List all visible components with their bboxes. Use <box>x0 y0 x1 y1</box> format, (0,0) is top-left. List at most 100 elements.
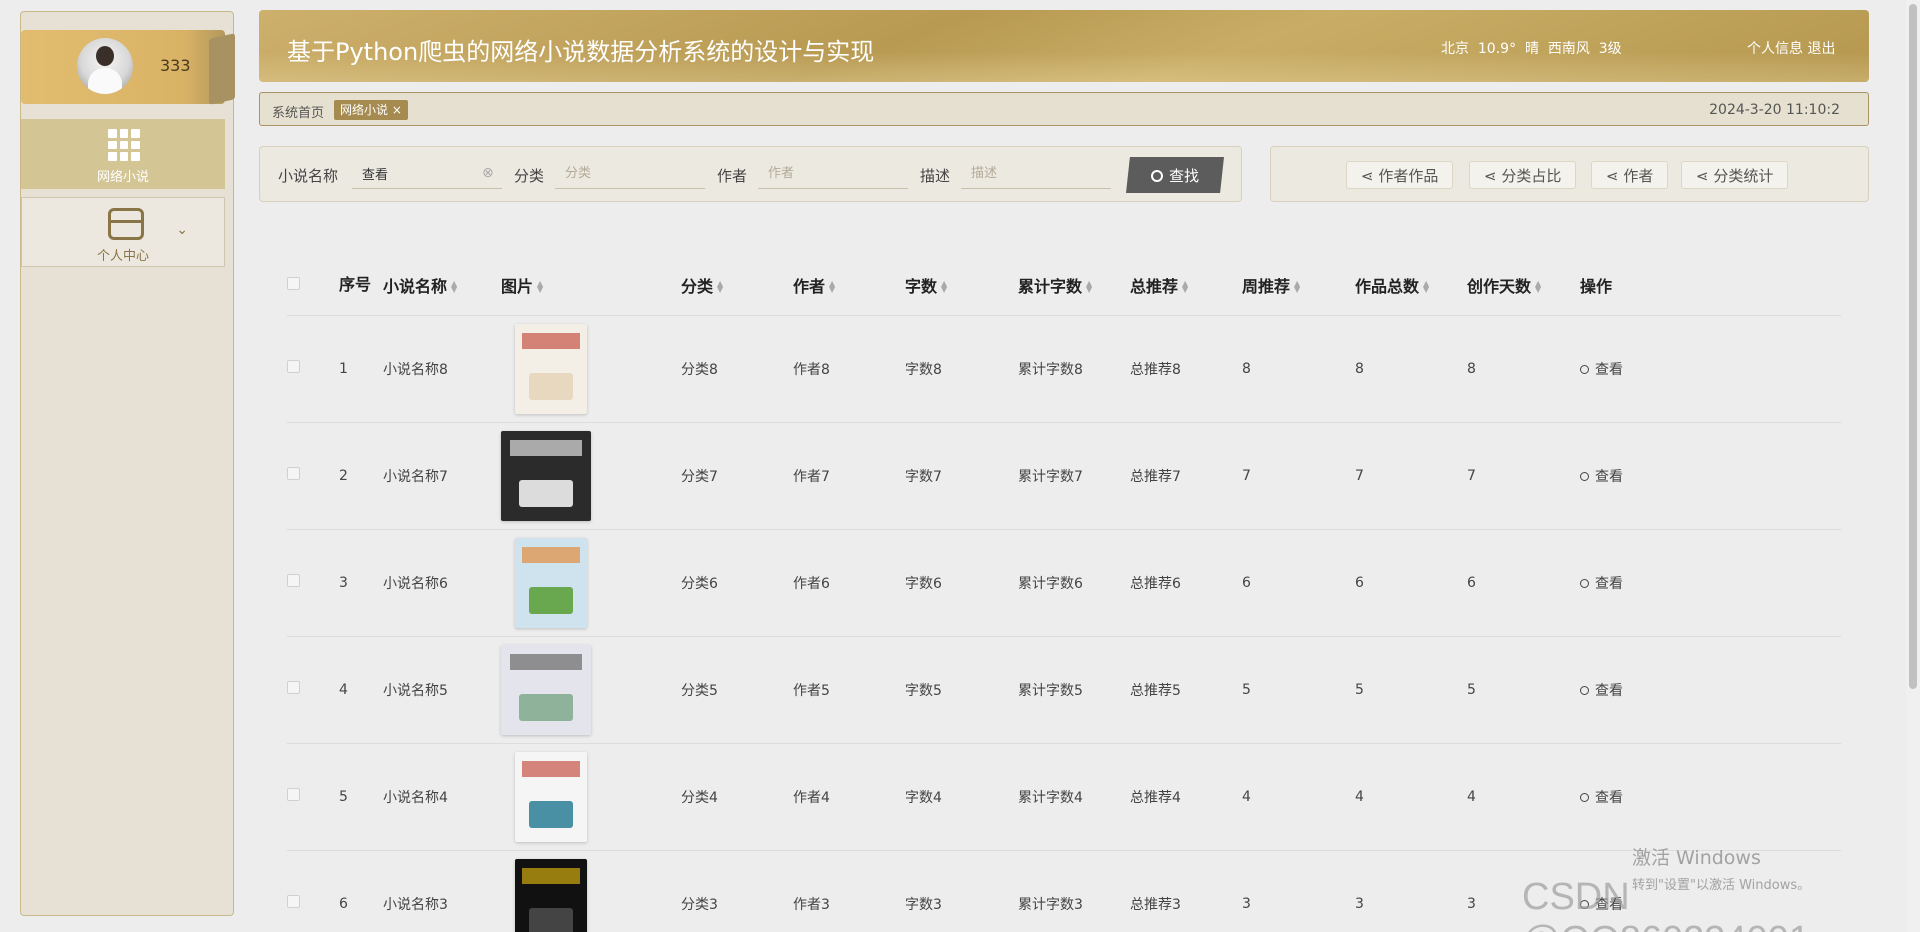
user-card-fold <box>209 33 235 105</box>
col-author[interactable]: 作者 ▲ ▼ <box>793 255 905 316</box>
header-links: 个人信息 退出 <box>1747 38 1835 58</box>
sort-icon[interactable]: ▲ ▼ <box>1535 280 1541 294</box>
stat-button-category-ratio[interactable]: ⋖ 分类占比 <box>1469 161 1577 189</box>
view-button[interactable]: 查看 <box>1580 362 1623 378</box>
col-words[interactable]: 字数 ▲ ▼ <box>905 255 1018 316</box>
header-checkbox[interactable] <box>287 255 339 316</box>
col-category[interactable]: 分类 ▲ ▼ <box>681 255 793 316</box>
cell-words: 字数4 <box>905 743 1018 851</box>
novel-table: 序号 小说名称 ▲ ▼ 图片 ▲ ▼ 分类 ▲ ▼ 作者 ▲ ▼ 字数 ▲ ▼ 累计字数 ▲ ▼ 总推荐… <box>287 255 1841 932</box>
view-button[interactable]: 查看 <box>1580 576 1623 592</box>
cell-category: 分类5 <box>681 636 793 744</box>
stat-button-label: 作者 <box>1623 166 1654 185</box>
nav-item-novels[interactable]: 网络小说 <box>21 119 225 189</box>
cell-days: 6 <box>1467 529 1580 637</box>
sort-icon[interactable]: ▲ ▼ <box>1423 280 1429 294</box>
col-total-rec[interactable]: 总推荐 ▲ ▼ <box>1130 255 1242 316</box>
cell-week-rec: 7 <box>1242 422 1355 530</box>
cell-total-rec: 总推荐3 <box>1130 850 1242 932</box>
search-input-name[interactable] <box>352 159 502 189</box>
view-button[interactable]: 查看 <box>1580 683 1623 699</box>
sort-icon[interactable]: ▲ ▼ <box>451 280 457 294</box>
username: 333 <box>160 56 191 75</box>
cell-total-rec: 总推荐5 <box>1130 636 1242 744</box>
view-button[interactable]: 查看 <box>1580 469 1623 485</box>
cover-image[interactable] <box>501 850 681 932</box>
row-no: 6 <box>339 850 383 932</box>
cell-total-words: 累计字数4 <box>1018 743 1130 851</box>
stat-button-author-works[interactable]: ⋖ 作者作品 <box>1346 161 1454 189</box>
search-input-desc[interactable] <box>961 159 1111 189</box>
cover-image[interactable] <box>501 529 681 637</box>
stat-button-label: 分类占比 <box>1501 166 1562 185</box>
sort-icon[interactable]: ▲ ▼ <box>1294 280 1300 294</box>
cell-days: 4 <box>1467 743 1580 851</box>
cell-week-rec: 3 <box>1242 850 1355 932</box>
row-no: 4 <box>339 636 383 744</box>
cell-week-rec: 6 <box>1242 529 1355 637</box>
cell-author: 作者5 <box>793 636 905 744</box>
cell-category: 分类3 <box>681 850 793 932</box>
stat-button-author[interactable]: ⋖ 作者 <box>1591 161 1669 189</box>
cell-days: 5 <box>1467 636 1580 744</box>
search-button[interactable]: 查找 <box>1126 157 1224 193</box>
cell-works: 6 <box>1355 529 1467 637</box>
search-icon <box>1580 685 1589 695</box>
cell-category: 分类6 <box>681 529 793 637</box>
col-total-words[interactable]: 累计字数 ▲ ▼ <box>1018 255 1130 316</box>
cell-name: 小说名称6 <box>383 529 501 637</box>
page-scrollbar[interactable] <box>1906 0 1920 932</box>
sort-icon[interactable]: ▲ ▼ <box>941 280 947 294</box>
stat-button-category-stats[interactable]: ⋖ 分类统计 <box>1681 161 1789 189</box>
sort-icon[interactable]: ▲ ▼ <box>717 280 723 294</box>
stat-button-label: 作者作品 <box>1378 166 1439 185</box>
table-row: 5 小说名称4 分类4 作者4 字数4 累计字数4 总推荐4 4 4 4 查看 <box>287 743 1841 851</box>
col-works[interactable]: 作品总数 ▲ ▼ <box>1355 255 1467 316</box>
row-checkbox[interactable] <box>287 636 339 744</box>
stats-panel: ⋖ 作者作品 ⋖ 分类占比 ⋖ 作者 ⋖ 分类统计 <box>1270 146 1869 202</box>
sort-icon[interactable]: ▲ ▼ <box>829 280 835 294</box>
row-checkbox[interactable] <box>287 743 339 851</box>
col-no: 序号 <box>339 255 383 316</box>
search-icon <box>1580 792 1589 802</box>
col-image[interactable]: 图片 ▲ ▼ <box>501 255 681 316</box>
clear-icon[interactable]: ⊗ <box>482 165 494 181</box>
search-input-category[interactable] <box>555 159 705 189</box>
row-checkbox[interactable] <box>287 529 339 637</box>
col-days[interactable]: 创作天数 ▲ ▼ <box>1467 255 1580 316</box>
datetime: 2024-3-20 11:10:2 <box>1709 102 1840 118</box>
cell-works: 8 <box>1355 315 1467 423</box>
nav-item-personal-center[interactable]: ⌄ 个人中心 <box>21 197 225 267</box>
sort-icon[interactable]: ▲ ▼ <box>1182 280 1188 294</box>
user-card[interactable]: 333 <box>21 30 235 105</box>
breadcrumb-home[interactable]: 系统首页 <box>272 102 324 121</box>
avatar[interactable] <box>77 38 133 94</box>
cell-total-rec: 总推荐4 <box>1130 743 1242 851</box>
sort-icon[interactable]: ▲ ▼ <box>537 280 543 294</box>
search-input-author[interactable] <box>758 159 908 189</box>
row-checkbox[interactable] <box>287 850 339 932</box>
share-icon: ⋖ <box>1361 166 1379 185</box>
cover-image[interactable] <box>501 743 681 851</box>
cell-total-rec: 总推荐7 <box>1130 422 1242 530</box>
breadcrumb-bar: 系统首页 网络小说 × 2024-3-20 11:10:2 <box>259 92 1869 126</box>
table-header-row: 序号 小说名称 ▲ ▼ 图片 ▲ ▼ 分类 ▲ ▼ 作者 ▲ ▼ 字数 ▲ ▼ 累计字数 ▲ ▼ 总推荐… <box>287 255 1841 316</box>
view-button[interactable]: 查看 <box>1580 790 1623 806</box>
cover-image[interactable] <box>501 636 681 744</box>
nav-item-label: 网络小说 <box>96 170 149 185</box>
search-label-author: 作者 <box>717 167 748 185</box>
logout-link[interactable]: 退出 <box>1807 41 1835 57</box>
sort-icon[interactable]: ▲ ▼ <box>1086 280 1092 294</box>
grid-icon <box>108 129 140 161</box>
row-checkbox[interactable] <box>287 422 339 530</box>
tab-novels[interactable]: 网络小说 × <box>334 100 408 120</box>
row-checkbox[interactable] <box>287 315 339 423</box>
row-action: 查看 <box>1580 422 1841 530</box>
cover-image[interactable] <box>501 422 681 530</box>
cover-image[interactable] <box>501 315 681 423</box>
cell-total-words: 累计字数5 <box>1018 636 1130 744</box>
col-week-rec[interactable]: 周推荐 ▲ ▼ <box>1242 255 1355 316</box>
cell-category: 分类8 <box>681 315 793 423</box>
profile-link[interactable]: 个人信息 <box>1747 41 1803 57</box>
col-name[interactable]: 小说名称 ▲ ▼ <box>383 255 501 316</box>
